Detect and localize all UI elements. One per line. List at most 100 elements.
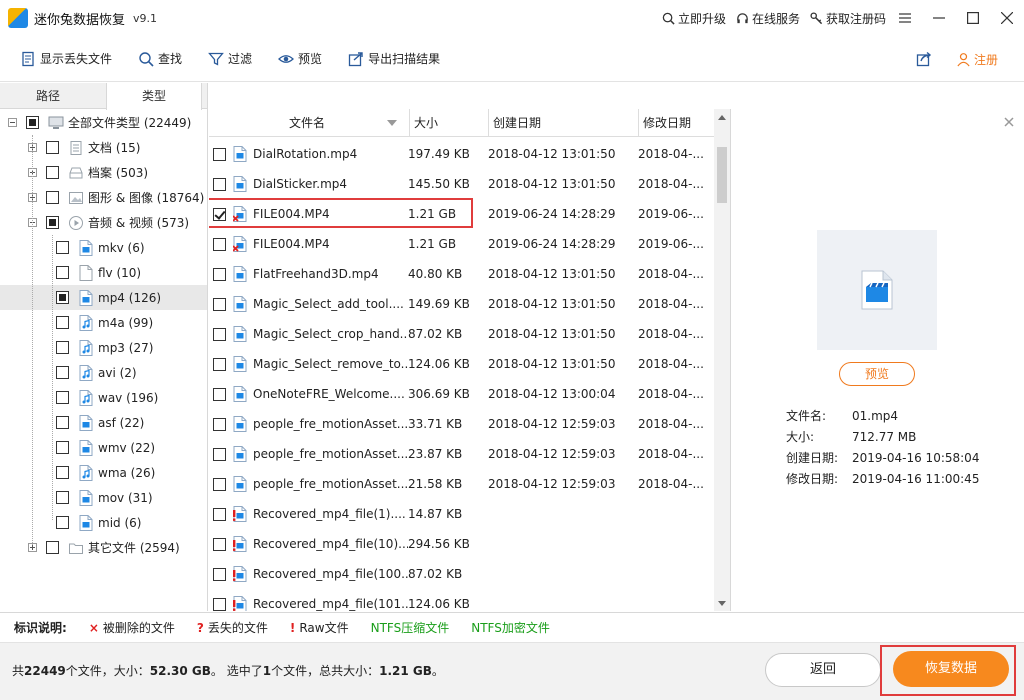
row-checkbox[interactable] <box>213 267 226 281</box>
recover-data-button[interactable]: 恢复数据 <box>893 651 1009 687</box>
row-checkbox[interactable] <box>213 567 226 581</box>
upgrade-button[interactable]: 立即升级 <box>662 10 726 27</box>
tree-item-checkbox[interactable] <box>46 166 59 179</box>
vertical-scrollbar[interactable] <box>714 109 730 611</box>
tree-item-checkbox[interactable] <box>56 341 69 354</box>
tree-item-checkbox[interactable] <box>56 416 69 429</box>
toolbar: 显示丢失文件 查找 过滤 预览 导出扫描结果 注册 <box>0 36 1024 82</box>
file-name: FILE004.MP4 <box>253 207 330 221</box>
tree-item-checkbox[interactable] <box>46 141 59 154</box>
tree-item-checkbox[interactable] <box>56 466 69 479</box>
file-list-icon <box>22 51 34 66</box>
row-checkbox[interactable] <box>213 357 226 371</box>
file-name: OneNoteFRE_Welcome.... <box>253 387 405 401</box>
total-size: 52.30 GB <box>149 664 211 678</box>
tree-item-checkbox[interactable] <box>56 291 69 304</box>
tree-item-checkbox[interactable] <box>56 366 69 379</box>
preview-button[interactable]: 预览 <box>839 362 915 386</box>
table-row[interactable]: OneNoteFRE_Welcome.... 306.69 KB 2018-04-1… <box>209 379 715 409</box>
table-row[interactable]: Magic_Select_crop_hand... 87.02 KB 2018-04… <box>209 319 715 349</box>
table-row[interactable]: people_fre_motionAsset... 23.87 KB 2018-04… <box>209 439 715 469</box>
row-checkbox[interactable] <box>213 507 226 521</box>
table-row[interactable]: FILE004.MP4 1.21 GB 2019-06-24 14:28:29 201… <box>209 229 715 259</box>
share-icon[interactable] <box>916 51 932 67</box>
table-row[interactable]: DialRotation.mp4 197.49 KB 2018-04-12 13:0… <box>209 139 715 169</box>
row-checkbox[interactable] <box>213 417 226 431</box>
export-results-button[interactable]: 导出扫描结果 <box>348 50 440 67</box>
table-row[interactable]: Recovered_mp4_file(100... 87.02 KB <box>209 559 715 589</box>
find-button[interactable]: 查找 <box>138 50 182 67</box>
tree-item-checkbox[interactable] <box>56 441 69 454</box>
row-checkbox[interactable] <box>213 597 226 611</box>
show-lost-files-button[interactable]: 显示丢失文件 <box>20 50 112 67</box>
table-row[interactable]: Magic_Select_add_tool.... 149.69 KB 2018-0… <box>209 289 715 319</box>
file-size: 23.87 KB <box>408 447 463 461</box>
tree-item[interactable]: 全部文件类型 (22449) <box>0 110 207 135</box>
column-header-name[interactable]: 文件名 <box>209 109 410 137</box>
tab-path[interactable]: 路径 <box>0 83 96 109</box>
scroll-thumb[interactable] <box>717 147 727 203</box>
file-size: 294.56 KB <box>408 537 470 551</box>
row-checkbox[interactable] <box>213 147 226 161</box>
row-checkbox[interactable] <box>213 207 226 221</box>
table-row[interactable]: people_fre_motionAsset... 21.58 KB 2018-04… <box>209 469 715 499</box>
video-file-icon <box>233 386 247 402</box>
row-checkbox[interactable] <box>213 297 226 311</box>
tree-item-checkbox[interactable] <box>56 491 69 504</box>
tab-type[interactable]: 类型 <box>106 83 202 110</box>
eye-icon <box>278 54 295 63</box>
tree-item-checkbox[interactable] <box>46 216 59 229</box>
tree-item-label: mkv (6) <box>98 240 145 255</box>
row-checkbox[interactable] <box>213 537 226 551</box>
tree-item-checkbox[interactable] <box>56 516 69 529</box>
table-row[interactable]: Recovered_mp4_file(10).... 294.56 KB <box>209 529 715 559</box>
app-logo-icon <box>8 8 28 28</box>
file-size: 87.02 KB <box>408 567 463 581</box>
selected-count: 1 <box>262 664 272 678</box>
key-icon <box>810 11 823 24</box>
tree-item-checkbox[interactable] <box>46 191 59 204</box>
collapse-icon[interactable] <box>8 118 17 127</box>
preview-tool-button[interactable]: 预览 <box>278 50 322 67</box>
table-row[interactable]: FlatFreehand3D.mp4 40.80 KB 2018-04-12 13:… <box>209 259 715 289</box>
row-checkbox[interactable] <box>213 447 226 461</box>
scroll-down-button[interactable] <box>714 595 730 611</box>
filter-button[interactable]: 过滤 <box>208 50 252 67</box>
get-code-button[interactable]: 获取注册码 <box>810 10 886 27</box>
column-header-size[interactable]: 大小 <box>410 109 489 137</box>
close-preview-icon[interactable] <box>1004 117 1014 127</box>
tree-item-checkbox[interactable] <box>56 316 69 329</box>
tree-item-checkbox[interactable] <box>46 541 59 554</box>
menu-button[interactable] <box>888 0 922 36</box>
row-checkbox[interactable] <box>213 327 226 341</box>
table-row[interactable]: Magic_Select_remove_to... 124.06 KB 2018-0… <box>209 349 715 379</box>
online-service-button[interactable]: 在线服务 <box>736 10 800 27</box>
row-checkbox[interactable] <box>213 177 226 191</box>
close-button[interactable] <box>990 0 1024 36</box>
tree-item-checkbox[interactable] <box>26 116 39 129</box>
table-row[interactable]: DialSticker.mp4 145.50 KB 2018-04-12 13:01… <box>209 169 715 199</box>
column-header-modified[interactable]: 修改日期 <box>639 109 715 137</box>
folder-icon <box>68 541 84 555</box>
file-size: 33.71 KB <box>408 417 463 431</box>
tree-item-checkbox[interactable] <box>56 241 69 254</box>
row-checkbox[interactable] <box>213 237 226 251</box>
maximize-button[interactable] <box>956 0 990 36</box>
tree-item-label: avi (2) <box>98 365 137 380</box>
column-header-created[interactable]: 创建日期 <box>489 109 639 137</box>
tree-item-checkbox[interactable] <box>56 266 69 279</box>
media-icon <box>68 215 84 230</box>
table-row[interactable]: Recovered_mp4_file(101... 124.06 KB <box>209 589 715 611</box>
table-row[interactable]: people_fre_motionAsset... 33.71 KB 2018-04… <box>209 409 715 439</box>
row-checkbox[interactable] <box>213 477 226 491</box>
row-checkbox[interactable] <box>213 387 226 401</box>
tree-item-checkbox[interactable] <box>56 391 69 404</box>
register-button[interactable]: 注册 <box>956 51 998 68</box>
video-file-icon <box>233 266 247 282</box>
scroll-up-button[interactable] <box>714 109 730 125</box>
table-row[interactable]: Recovered_mp4_file(1).... 14.87 KB <box>209 499 715 529</box>
back-button[interactable]: 返回 <box>765 653 881 687</box>
raw-video-file-icon <box>233 506 247 522</box>
minimize-button[interactable] <box>922 0 956 36</box>
table-row[interactable]: FILE004.MP4 1.21 GB 2019-06-24 14:28:29 201… <box>209 199 715 229</box>
